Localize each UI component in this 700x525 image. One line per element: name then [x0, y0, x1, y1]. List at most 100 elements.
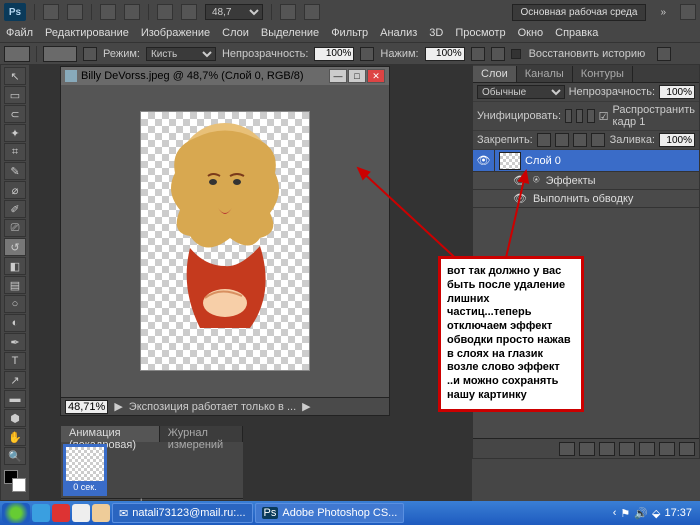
- quicklaunch-app-icon[interactable]: [72, 504, 90, 522]
- bridge-icon[interactable]: [43, 4, 59, 20]
- zoom-readout[interactable]: 48,71%: [65, 400, 108, 414]
- animation-frame-1[interactable]: 0 сек.: [63, 444, 107, 496]
- tab-paths[interactable]: Контуры: [573, 66, 633, 82]
- lock-all-icon[interactable]: [591, 133, 605, 147]
- tool-type[interactable]: T: [4, 352, 26, 370]
- layer-style-icon[interactable]: [579, 442, 595, 456]
- taskbar-mail-task[interactable]: ✉natali73123@mail.ru:...: [112, 503, 253, 523]
- tool-eyedropper[interactable]: ✎: [4, 162, 26, 180]
- tool-stamp[interactable]: ⎚: [4, 219, 26, 237]
- tab-animation[interactable]: Анимация (покадровая): [61, 426, 160, 442]
- tool-blur[interactable]: ○: [4, 295, 26, 313]
- document-canvas[interactable]: [61, 85, 389, 397]
- tray-icon[interactable]: 🔊: [634, 507, 648, 520]
- view-extras-icon[interactable]: [100, 4, 116, 20]
- menu-layers[interactable]: Слои: [222, 27, 249, 39]
- window-maximize-button[interactable]: □: [348, 69, 366, 83]
- unify-visibility-icon[interactable]: [576, 109, 583, 123]
- lock-pixels-icon[interactable]: [555, 133, 569, 147]
- flow-input[interactable]: [425, 47, 465, 61]
- frame-time[interactable]: 0 сек.: [66, 481, 104, 493]
- menu-edit[interactable]: Редактирование: [45, 27, 129, 39]
- tool-eraser[interactable]: ◧: [4, 257, 26, 275]
- tool-dodge[interactable]: ◐: [4, 314, 26, 332]
- menu-3d[interactable]: 3D: [429, 27, 443, 39]
- zoom-icon[interactable]: [181, 4, 197, 20]
- brush-preset-icon[interactable]: [43, 46, 77, 62]
- blend-mode-select[interactable]: Кисть: [146, 47, 216, 61]
- layer-opacity-input[interactable]: [659, 85, 695, 99]
- delete-layer-icon[interactable]: [679, 442, 695, 456]
- brush-panel-icon[interactable]: [83, 47, 97, 61]
- tool-history-brush[interactable]: ↺: [4, 238, 26, 256]
- mini-bridge-icon[interactable]: [67, 4, 83, 20]
- tool-shape[interactable]: ▬: [4, 390, 26, 408]
- tool-crop[interactable]: ⌗: [4, 143, 26, 161]
- restore-history-checkbox[interactable]: [511, 49, 521, 59]
- start-button[interactable]: [2, 503, 30, 523]
- unify-position-icon[interactable]: [565, 109, 572, 123]
- layer-name[interactable]: Слой 0: [525, 155, 561, 167]
- view-grid-icon[interactable]: [124, 4, 140, 20]
- link-layers-icon[interactable]: [559, 442, 575, 456]
- tool-preset-icon[interactable]: [4, 46, 30, 62]
- tool-marquee[interactable]: ▭: [4, 86, 26, 104]
- tool-brush[interactable]: ✐: [4, 200, 26, 218]
- quicklaunch-ie-icon[interactable]: [32, 504, 50, 522]
- tab-measurements[interactable]: Журнал измерений: [160, 426, 243, 442]
- menu-view[interactable]: Просмотр: [455, 27, 505, 39]
- airbrush-icon[interactable]: [471, 47, 485, 61]
- layer-mask-icon[interactable]: [599, 442, 615, 456]
- document-titlebar[interactable]: Billy DeVorss.jpeg @ 48,7% (Слой 0, RGB/…: [61, 67, 389, 85]
- layer-thumbnail[interactable]: [499, 152, 521, 170]
- tool-gradient[interactable]: ▤: [4, 276, 26, 294]
- screen-mode-icon[interactable]: [304, 4, 320, 20]
- lock-transparency-icon[interactable]: [537, 133, 551, 147]
- hand-icon[interactable]: [157, 4, 173, 20]
- adjustment-layer-icon[interactable]: [619, 442, 635, 456]
- background-color[interactable]: [12, 478, 26, 492]
- tablet-icon[interactable]: [657, 47, 671, 61]
- menu-file[interactable]: Файл: [6, 27, 33, 39]
- taskbar-photoshop-task[interactable]: PsAdobe Photoshop CS...: [255, 503, 405, 523]
- tool-path[interactable]: ↗: [4, 371, 26, 389]
- workspace-switcher[interactable]: Основная рабочая среда: [512, 4, 647, 21]
- tool-zoom[interactable]: 🔍: [4, 447, 26, 465]
- status-menu-icon[interactable]: ▶: [302, 400, 310, 413]
- menu-window[interactable]: Окно: [518, 27, 544, 39]
- window-close-button[interactable]: ✕: [367, 69, 385, 83]
- fill-input[interactable]: [659, 133, 695, 147]
- zoom-select[interactable]: 48,7: [205, 4, 263, 20]
- stroke-visibility-icon[interactable]: 👁: [513, 192, 527, 205]
- layer-visibility-icon[interactable]: 👁: [473, 150, 495, 171]
- tool-move[interactable]: ↖: [4, 67, 26, 85]
- tablet-pressure-icon[interactable]: [491, 47, 505, 61]
- tab-layers[interactable]: Слои: [473, 66, 517, 82]
- status-arrow-icon[interactable]: ▶: [114, 400, 122, 413]
- opacity-pressure-icon[interactable]: [360, 47, 374, 61]
- color-swatches[interactable]: [4, 470, 26, 492]
- effects-row[interactable]: 👁 ⍟ Эффекты: [473, 172, 699, 190]
- menu-analysis[interactable]: Анализ: [380, 27, 417, 39]
- menu-image[interactable]: Изображение: [141, 27, 210, 39]
- tray-clock[interactable]: 17:37: [664, 507, 692, 519]
- lock-position-icon[interactable]: [573, 133, 587, 147]
- blend-mode-select[interactable]: Обычные: [477, 85, 565, 99]
- quicklaunch-folder-icon[interactable]: [92, 504, 110, 522]
- menu-filter[interactable]: Фильтр: [331, 27, 368, 39]
- new-layer-icon[interactable]: [659, 442, 675, 456]
- cs-live-icon[interactable]: [680, 4, 696, 20]
- layer-group-icon[interactable]: [639, 442, 655, 456]
- effects-visibility-icon[interactable]: 👁: [513, 174, 527, 187]
- tool-3d[interactable]: ⬢: [4, 409, 26, 427]
- tab-channels[interactable]: Каналы: [517, 66, 573, 82]
- tray-icon[interactable]: ⚑: [620, 507, 630, 520]
- tray-expand-icon[interactable]: ‹: [613, 507, 617, 519]
- expand-panels-icon[interactable]: »: [654, 7, 672, 18]
- menu-help[interactable]: Справка: [555, 27, 598, 39]
- tool-lasso[interactable]: ⊂: [4, 105, 26, 123]
- opacity-input[interactable]: [314, 47, 354, 61]
- tool-hand[interactable]: ✋: [4, 428, 26, 446]
- tray-icon[interactable]: ⬙: [652, 507, 660, 520]
- arrange-icon[interactable]: [280, 4, 296, 20]
